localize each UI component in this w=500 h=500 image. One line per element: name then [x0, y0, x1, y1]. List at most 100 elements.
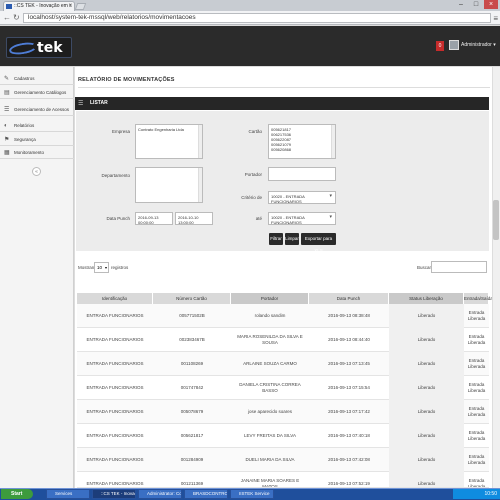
sidebar-item-gerenciamento-catalogos[interactable]: ▤ Gerenciamento Catálogos	[0, 87, 74, 99]
avatar[interactable]	[449, 40, 459, 50]
sidebar-item-cadastros[interactable]: ✎ Cadastros	[0, 73, 74, 85]
column-header-portador[interactable]: Portador	[231, 293, 309, 304]
sidebar-item-label: Cadastros	[14, 76, 35, 81]
chevron-down-icon: ▾	[329, 193, 332, 199]
cell-data: 2016-09-13 08:38:48	[328, 313, 370, 318]
address-bar[interactable]: localhost/system-tek-mssql/web/relatorio…	[23, 13, 491, 23]
criterio-select[interactable]: 10020 - ENTRADA FUNCIONARIOS ▾	[268, 191, 336, 204]
table-row[interactable]: ENTRADA FUNCIONARIOS 002383467B MARIA RO…	[77, 328, 489, 352]
user-menu[interactable]: Administrador ▾	[461, 42, 496, 48]
panel-title: LISTAR	[90, 100, 108, 106]
empresa-label: Empresa	[111, 129, 130, 134]
sidebar-item-seguranca[interactable]: ⚑ Segurança	[0, 134, 74, 146]
cartao-label: Cartão	[248, 129, 262, 134]
cell-data: 2016-09-13 07:15:54	[328, 385, 370, 390]
cell-data: 2016-09-13 08:44:40	[328, 337, 370, 342]
cell-entrada-saida: Entrada Liberada	[467, 430, 486, 441]
show-after-label: registros	[111, 265, 129, 270]
notification-badge[interactable]: 0	[436, 41, 444, 51]
maximize-button[interactable]: □	[469, 0, 483, 9]
browser-tab[interactable]: ::CS TEK - Inovação em s ×	[3, 1, 75, 11]
cell-cartao: 001108269	[180, 361, 204, 366]
table-row[interactable]: ENTRADA FUNCIONARIOS 005621817 LEVY FREI…	[77, 424, 489, 448]
chevron-down-icon: ▾	[104, 265, 107, 270]
sidebar: ✎ Cadastros ▤ Gerenciamento Catálogos ☰ …	[0, 67, 74, 488]
scrollbar[interactable]	[331, 125, 335, 158]
close-tab-icon[interactable]: ×	[68, 2, 72, 11]
monitor-icon: ▦	[4, 150, 10, 156]
close-window-button[interactable]: ×	[484, 0, 498, 9]
cartao-select[interactable]: 005621817 006217536 005622087 005621079 …	[268, 124, 336, 159]
empresa-select[interactable]: Contrato Engenharia Ltda	[135, 124, 203, 159]
list-icon: ☰	[4, 107, 10, 113]
sidebar-item-monitoramento[interactable]: ▦ Monitoramento	[0, 147, 74, 159]
app-header	[0, 26, 500, 66]
cell-portador: LEVY FREITAS DA SILVA	[244, 433, 296, 438]
cell-identificacao: ENTRADA FUNCIONARIOS	[86, 457, 144, 462]
cell-cartao: 005078679	[180, 409, 204, 414]
taskbar-item-browser[interactable]: ::CS TEK - Inovação em s...	[92, 489, 136, 499]
empresa-value: Contrato Engenharia Ltda	[138, 127, 184, 132]
taskbar-item-brasdcontrol[interactable]: BRASDCONTROL Acesso...	[184, 489, 228, 499]
tab-title: ::CS TEK - Inovação em s	[14, 3, 72, 9]
list-icon: ☰	[78, 101, 84, 107]
table-row[interactable]: ENTRADA FUNCIONARIOS 005078679 jose apar…	[77, 400, 489, 424]
logo[interactable]: tek	[6, 37, 72, 58]
portador-label: Portador	[244, 172, 262, 177]
cell-entrada-saida: Entrada Liberada	[467, 382, 486, 393]
limpar-button[interactable]: Limpar	[285, 233, 299, 245]
table-row[interactable]: ENTRADA FUNCIONARIOS 001211369 JANAINE M…	[77, 472, 489, 488]
criterio-label: Critério de	[241, 195, 262, 200]
column-header-data-punch[interactable]: Data Punch	[309, 293, 389, 304]
filtrar-button[interactable]: Filtrar	[269, 233, 283, 245]
favicon-icon	[6, 4, 12, 9]
table-row[interactable]: ENTRADA FUNCIONARIOS 001747842 DANIELA C…	[77, 376, 489, 400]
browser-menu-icon[interactable]: ≡	[493, 14, 498, 23]
page-scrollbar-thumb[interactable]	[493, 200, 499, 240]
cell-data: 2016-09-13 07:17:42	[328, 409, 370, 414]
sidebar-item-label: Gerenciamento de Acessos	[14, 107, 70, 112]
table-row[interactable]: ENTRADA FUNCIONARIOS 001108269 ARLAINE S…	[77, 352, 489, 376]
cell-status: Liberado	[389, 400, 464, 424]
cell-entrada-saida: Entrada Liberada	[467, 334, 486, 345]
cell-entrada-saida: Entrada Liberada	[467, 454, 486, 465]
exportar-xls-button[interactable]: Exportar para XLS	[301, 233, 336, 253]
cell-entrada-saida: Entrada Liberada	[467, 358, 486, 369]
taskbar-item-iistek[interactable]: IISTEK Service	[230, 489, 274, 499]
sidebar-item-relatorios[interactable]: ◐ Relatórios	[0, 120, 74, 132]
page-scrollbar[interactable]	[492, 67, 500, 488]
search-input[interactable]	[431, 261, 487, 273]
table-row[interactable]: ENTRADA FUNCIONARIOS 005771502B rolando …	[77, 304, 489, 328]
portador-input[interactable]	[268, 167, 336, 181]
cell-cartao: 002383467B	[179, 337, 205, 342]
column-header-entrada-saida[interactable]: Entrada/Saída	[464, 293, 493, 304]
cell-identificacao: ENTRADA FUNCIONARIOS	[86, 433, 144, 438]
cell-identificacao: ENTRADA FUNCIONARIOS	[86, 313, 144, 318]
start-button[interactable]: Start	[1, 489, 33, 499]
cell-cartao: 005621817	[180, 433, 204, 438]
page-size-select[interactable]: 10 ▾	[94, 262, 109, 273]
sidebar-item-gerenciamento-acessos[interactable]: ☰ Gerenciamento de Acessos	[0, 104, 74, 116]
cell-status: Liberado	[389, 304, 464, 328]
column-header-numero-cartao[interactable]: Número Cartão	[153, 293, 231, 304]
back-icon[interactable]: ←	[3, 13, 11, 23]
cartao-option[interactable]: 005620868	[271, 147, 333, 152]
page-size-value: 10	[97, 265, 103, 270]
column-header-status[interactable]: Status Liberação	[389, 293, 464, 304]
cell-portador: DANIELA CRISTINA CORREA BASSO	[239, 382, 301, 393]
table-row[interactable]: ENTRADA FUNCIONARIOS 001284909 DUELI MAR…	[77, 448, 489, 472]
reload-icon[interactable]: ↻	[13, 13, 20, 23]
taskbar-item-command[interactable]: Administrator: Command...	[138, 489, 182, 499]
taskbar-item-services[interactable]: Services	[46, 489, 90, 499]
column-header-identificacao[interactable]: Identificação	[77, 293, 153, 304]
cell-data: 2016-09-13 07:42:08	[328, 457, 370, 462]
ate-select[interactable]: 10020 - ENTRADA FUNCIONARIOS ▾	[268, 212, 336, 225]
collapse-sidebar-icon[interactable]: «	[32, 167, 41, 176]
title-divider	[78, 87, 490, 88]
catalog-icon: ▤	[4, 90, 10, 96]
data-from-input[interactable]: 2016-09-13 00:00:00	[135, 212, 173, 225]
panel-header: ☰ LISTAR	[75, 97, 489, 110]
minimize-button[interactable]: –	[454, 0, 468, 9]
ate-label: até	[255, 216, 262, 221]
departamento-select[interactable]	[135, 167, 203, 203]
